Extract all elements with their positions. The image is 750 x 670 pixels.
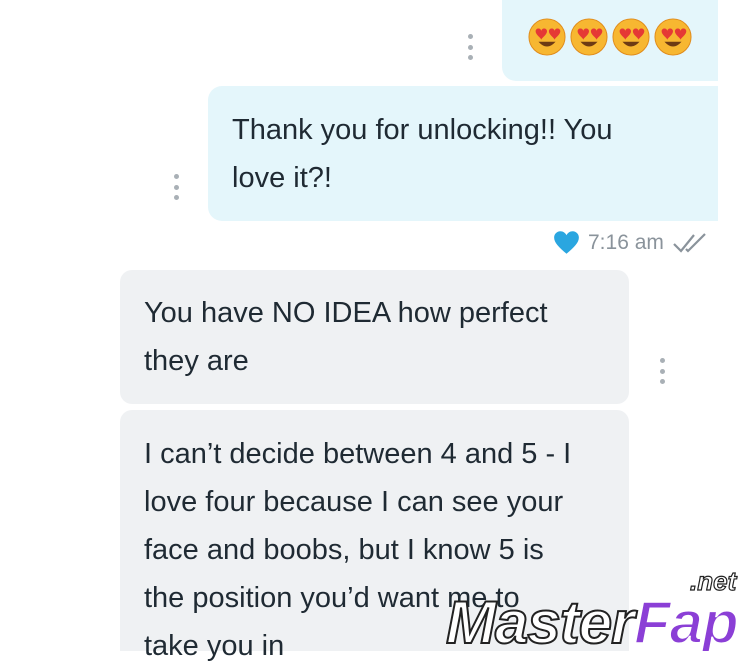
incoming-message-bubble[interactable]: You have NO IDEA how perfect they are	[120, 270, 629, 404]
message-timestamp: 7:16 am	[588, 230, 664, 254]
message-line: face and boobs, but I know 5 is	[144, 534, 544, 566]
watermark-master-text: Master	[446, 589, 638, 651]
message-line: love four because I can see your	[144, 486, 564, 518]
heart-eyes-emoji-icon	[528, 18, 566, 56]
like-heart-icon[interactable]	[553, 230, 580, 255]
message-line: I can’t decide between 4 and 5 - I	[144, 438, 572, 470]
double-check-read-icon	[673, 232, 706, 253]
message-options-icon[interactable]	[467, 34, 473, 60]
watermark-suffix-text: .net	[690, 568, 738, 596]
message-options-icon[interactable]	[659, 358, 665, 384]
message-text: You have NO IDEA how perfect they are	[144, 289, 548, 385]
masterfap-watermark-logo: Master Fap .net	[446, 568, 740, 651]
watermark-fap-text: Fap	[634, 589, 738, 651]
message-line: Thank you for unlocking!! You	[232, 114, 613, 146]
message-text: Thank you for unlocking!! You love it?!	[232, 106, 612, 202]
outgoing-emoji-bubble[interactable]	[502, 0, 718, 81]
message-status: 7:16 am	[553, 230, 708, 255]
heart-eyes-emoji-icon	[612, 18, 650, 56]
heart-eyes-emoji-icon	[654, 18, 692, 56]
message-line: they are	[144, 345, 249, 377]
message-line: You have NO IDEA how perfect	[144, 297, 548, 329]
heart-eyes-emoji-icon	[570, 18, 608, 56]
message-options-icon[interactable]	[173, 174, 179, 200]
emoji-row	[528, 18, 692, 56]
message-line: love it?!	[232, 162, 332, 194]
outgoing-message-bubble[interactable]: Thank you for unlocking!! You love it?!	[208, 86, 718, 221]
